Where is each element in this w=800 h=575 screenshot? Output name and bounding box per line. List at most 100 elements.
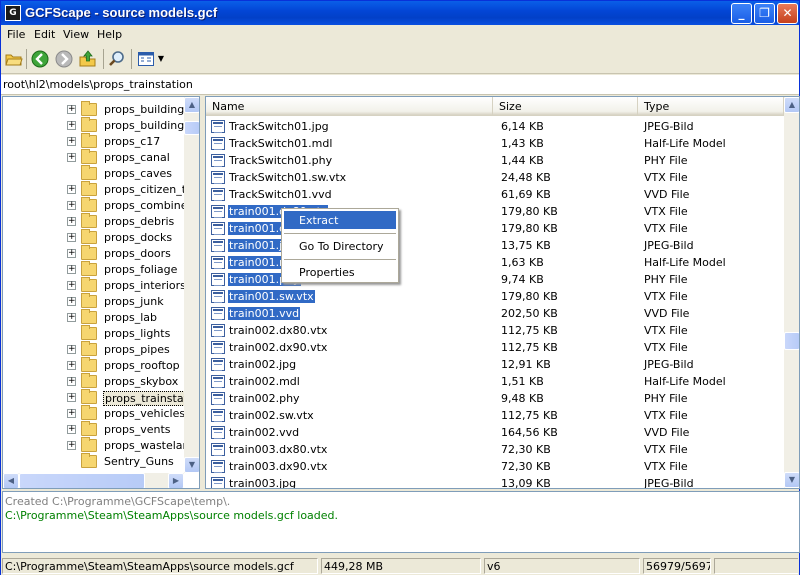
menu-edit[interactable]: Edit	[34, 28, 55, 41]
menu-file[interactable]: File	[7, 28, 25, 41]
tree-item-label: props_foliage	[104, 263, 178, 276]
tree-item-label: props_buildings	[104, 119, 190, 132]
file-icon	[211, 188, 225, 201]
expand-toggle-icon[interactable]: +	[67, 425, 76, 434]
file-icon	[211, 154, 225, 167]
tree-scroll-thumb[interactable]	[184, 121, 199, 135]
tree-item-label: props_docks	[104, 231, 173, 244]
log-line: C:\Programme\Steam\SteamApps\source mode…	[5, 509, 339, 522]
log-panel[interactable]: Created C:\Programme\GCFScape\temp\. C:\…	[2, 491, 800, 553]
back-icon[interactable]	[31, 50, 49, 68]
status-path: C:\Programme\Steam\SteamApps\source mode…	[2, 558, 318, 574]
file-size: 13,75 KB	[501, 239, 551, 252]
view-mode-icon[interactable]	[137, 50, 155, 68]
status-bar: C:\Programme\Steam\SteamApps\source mode…	[1, 556, 799, 575]
column-header-size[interactable]: Size	[493, 97, 638, 115]
file-row[interactable]: train002.sw.vtx 112,75 KB VTX File	[206, 407, 784, 424]
file-row[interactable]: train002.dx90.vtx 112,75 KB VTX File	[206, 339, 784, 356]
file-row[interactable]: train001.vvd 202,50 KB VVD File	[206, 305, 784, 322]
expand-toggle-icon[interactable]: +	[67, 441, 76, 450]
open-folder-icon[interactable]	[5, 50, 23, 68]
column-header-name[interactable]: Name	[206, 97, 493, 115]
file-icon	[211, 290, 225, 303]
up-folder-icon[interactable]	[79, 50, 97, 68]
dropdown-arrow-icon[interactable]: ▼	[156, 50, 166, 68]
tree-hscroll-thumb[interactable]	[19, 473, 145, 488]
file-row[interactable]: TrackSwitch01.phy 1,44 KB PHY File	[206, 152, 784, 169]
context-menu-go-to-directory[interactable]: Go To Directory	[284, 237, 396, 255]
expand-toggle-icon[interactable]: +	[67, 185, 76, 194]
expand-toggle-icon[interactable]: +	[67, 233, 76, 242]
folder-icon	[81, 133, 97, 148]
expand-toggle-icon[interactable]: +	[67, 297, 76, 306]
scroll-down-arrow-icon[interactable]: ▼	[184, 457, 199, 473]
title-bar[interactable]: G GCFScape - source models.gcf _ ❐ ✕	[1, 1, 799, 25]
file-icon	[211, 222, 225, 235]
file-name: train003.jpg	[229, 477, 297, 489]
folder-icon	[81, 213, 97, 228]
file-row[interactable]: train002.mdl 1,51 KB Half-Life Model	[206, 373, 784, 390]
maximize-button[interactable]: ❐	[754, 3, 775, 24]
scroll-right-arrow-icon[interactable]: ▶	[168, 473, 184, 488]
file-row[interactable]: TrackSwitch01.mdl 1,43 KB Half-Life Model	[206, 135, 784, 152]
tree-horizontal-scrollbar[interactable]: ◀ ▶	[3, 473, 184, 488]
context-menu-extract[interactable]: Extract	[284, 211, 396, 229]
expand-toggle-icon[interactable]: +	[67, 377, 76, 386]
file-icon	[211, 341, 225, 354]
expand-toggle-icon[interactable]: +	[67, 137, 76, 146]
file-row[interactable]: TrackSwitch01.vvd 61,69 KB VVD File	[206, 186, 784, 203]
file-size: 72,30 KB	[501, 443, 551, 456]
file-icon	[211, 120, 225, 133]
toolbar-separator	[131, 49, 132, 69]
close-button[interactable]: ✕	[777, 3, 798, 24]
expand-toggle-icon[interactable]: +	[67, 313, 76, 322]
file-type: VTX File	[644, 205, 688, 218]
minimize-button[interactable]: _	[731, 3, 752, 24]
file-row[interactable]: train003.dx80.vtx 72,30 KB VTX File	[206, 441, 784, 458]
list-vertical-scrollbar[interactable]: ▲ ▼	[784, 97, 799, 488]
address-bar[interactable]: root\hl2\models\props_trainstation	[1, 75, 799, 95]
file-row[interactable]: TrackSwitch01.jpg 6,14 KB JPEG-Bild	[206, 118, 784, 135]
expand-toggle-icon[interactable]: +	[67, 105, 76, 114]
expand-toggle-icon[interactable]: +	[67, 393, 76, 402]
file-row[interactable]: train002.vvd 164,56 KB VVD File	[206, 424, 784, 441]
scroll-up-arrow-icon[interactable]: ▲	[184, 97, 199, 113]
file-row[interactable]: train002.dx80.vtx 112,75 KB VTX File	[206, 322, 784, 339]
file-row[interactable]: train002.phy 9,48 KB PHY File	[206, 390, 784, 407]
status-extra	[714, 558, 798, 574]
tree-vertical-scrollbar[interactable]: ▲ ▼	[184, 97, 199, 473]
expand-toggle-icon[interactable]: +	[67, 153, 76, 162]
file-name: TrackSwitch01.vvd	[229, 188, 332, 201]
scroll-left-arrow-icon[interactable]: ◀	[3, 473, 19, 488]
folder-icon	[81, 421, 97, 436]
folder-icon	[81, 389, 97, 404]
expand-toggle-icon[interactable]: +	[67, 217, 76, 226]
expand-toggle-icon[interactable]: +	[67, 249, 76, 258]
expand-toggle-icon[interactable]: +	[67, 121, 76, 130]
file-row[interactable]: train003.jpg 13,09 KB JPEG-Bild	[206, 475, 784, 489]
file-list[interactable]: Name Size Type TrackSwitch01.jpg 6,14 KB J…	[205, 96, 800, 489]
folder-tree[interactable]: + props_building_c + props_buildings + props_…	[2, 96, 200, 489]
file-row[interactable]: TrackSwitch01.sw.vtx 24,48 KB VTX File	[206, 169, 784, 186]
column-header-type[interactable]: Type	[638, 97, 784, 115]
menu-help[interactable]: Help	[97, 28, 122, 41]
expand-toggle-icon[interactable]: +	[67, 281, 76, 290]
file-row[interactable]: train002.jpg 12,91 KB JPEG-Bild	[206, 356, 784, 373]
list-scroll-thumb[interactable]	[784, 332, 799, 350]
file-row[interactable]: train003.dx90.vtx 72,30 KB VTX File	[206, 458, 784, 475]
expand-toggle-icon[interactable]: +	[67, 409, 76, 418]
file-type: VVD File	[644, 426, 690, 439]
gcf-app-icon[interactable]: G	[5, 5, 21, 21]
forward-icon[interactable]	[55, 50, 73, 68]
menu-view[interactable]: View	[63, 28, 89, 41]
expand-toggle-icon[interactable]: +	[67, 265, 76, 274]
expand-toggle-icon[interactable]: +	[67, 201, 76, 210]
search-icon[interactable]	[108, 50, 126, 68]
file-row[interactable]: train001.sw.vtx 179,80 KB VTX File	[206, 288, 784, 305]
file-size: 1,43 KB	[501, 137, 544, 150]
context-menu-properties[interactable]: Properties	[284, 263, 396, 281]
expand-toggle-icon[interactable]: +	[67, 361, 76, 370]
scroll-up-arrow-icon[interactable]: ▲	[784, 97, 799, 113]
expand-toggle-icon[interactable]: +	[67, 345, 76, 354]
scroll-down-arrow-icon[interactable]: ▼	[784, 472, 799, 488]
